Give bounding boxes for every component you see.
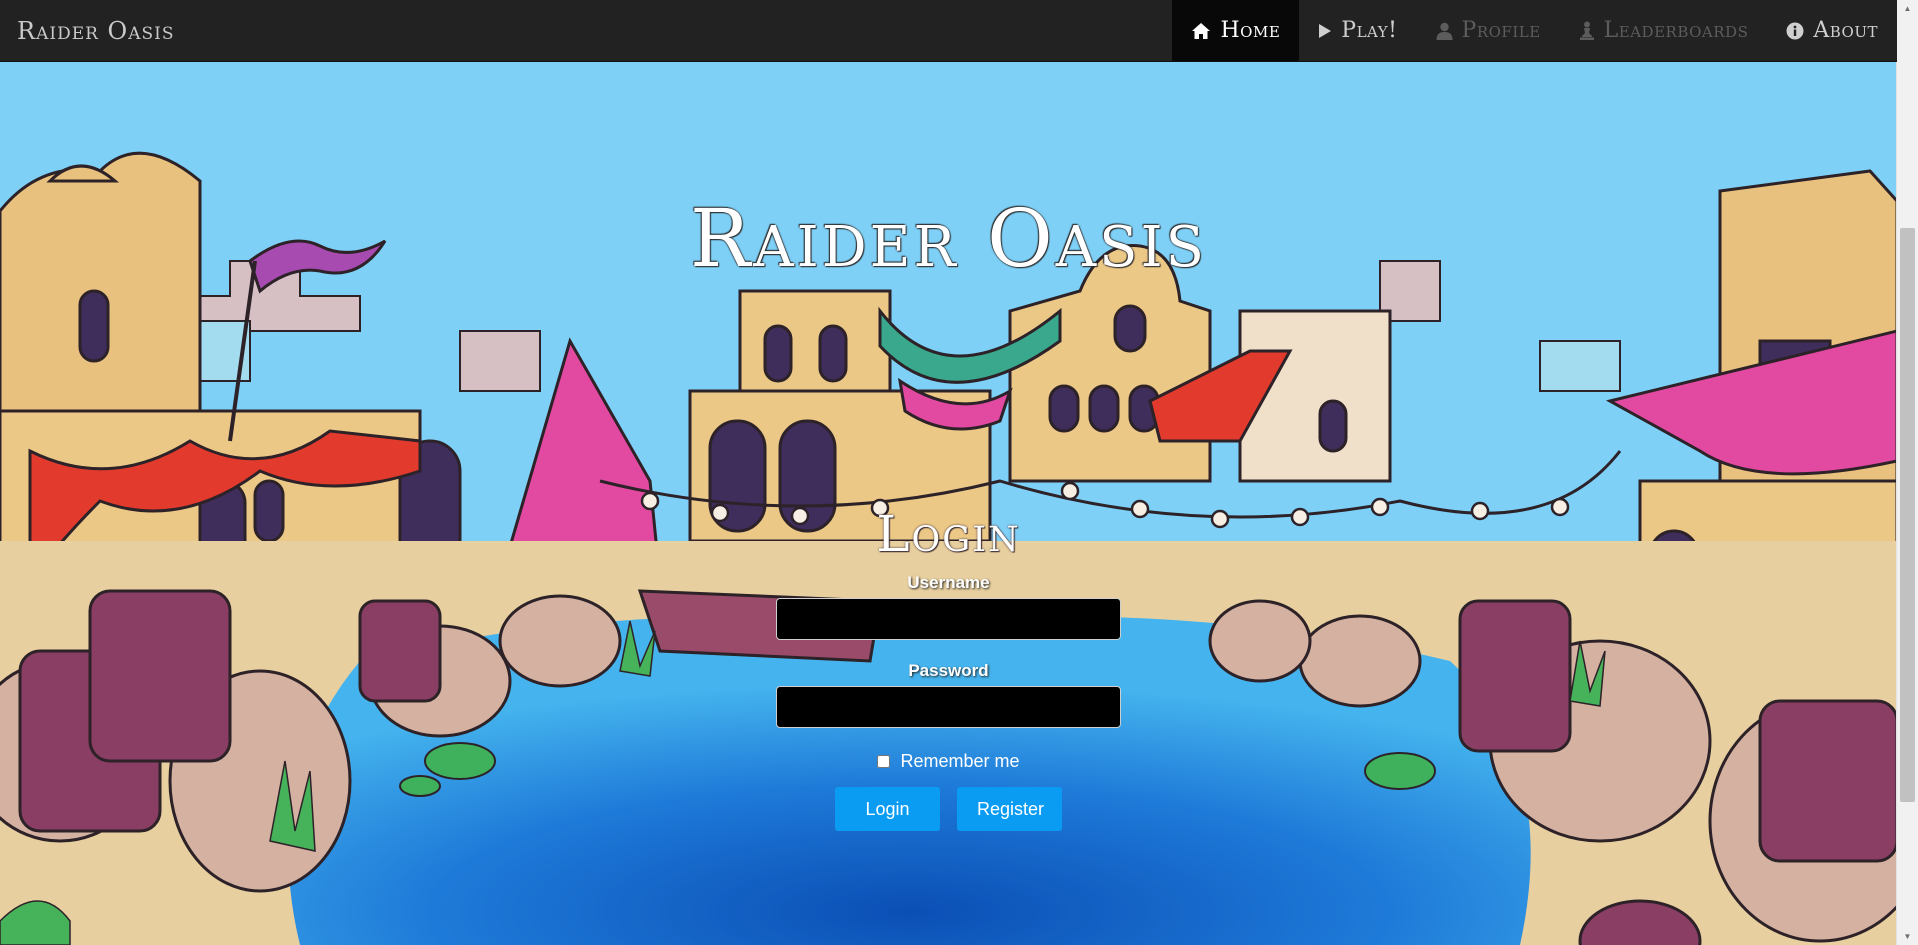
top-navbar: Raider Oasis Home Play! Profile Leaderbo… <box>0 0 1897 62</box>
nav-item-about-label: About <box>1813 18 1878 43</box>
remember-me-label: Remember me <box>900 750 1020 771</box>
nav-item-home[interactable]: Home <box>1172 0 1300 61</box>
brand-link[interactable]: Raider Oasis <box>0 0 175 61</box>
scroll-down-arrow-icon[interactable]: ▼ <box>1897 928 1918 945</box>
nav-item-leaderboards-label: Leaderboards <box>1603 18 1749 43</box>
login-button-row: Login Register <box>835 787 1062 831</box>
username-label: Username <box>907 573 990 592</box>
scrollbar-thumb[interactable] <box>1900 228 1915 802</box>
home-icon <box>1191 22 1211 40</box>
login-button[interactable]: Login <box>835 787 940 831</box>
hero-title: Raider Oasis <box>689 192 1208 285</box>
nav-item-leaderboards[interactable]: Leaderboards <box>1560 0 1768 61</box>
nav-menu: Home Play! Profile Leaderboards About <box>1172 0 1897 61</box>
user-icon <box>1436 22 1453 40</box>
scroll-up-arrow-icon[interactable]: ▲ <box>1897 0 1918 17</box>
remember-me-row[interactable]: Remember me <box>877 750 1020 772</box>
password-label: Password <box>908 661 989 680</box>
remember-me-checkbox[interactable] <box>877 754 891 768</box>
nav-item-home-label: Home <box>1220 18 1281 43</box>
play-icon <box>1318 23 1332 39</box>
nav-item-play-label: Play! <box>1341 18 1398 43</box>
register-button[interactable]: Register <box>957 787 1062 831</box>
nav-item-profile-label: Profile <box>1461 18 1541 43</box>
login-form: Login Username Password Remember me Logi… <box>0 506 1897 831</box>
password-field[interactable] <box>776 686 1121 728</box>
nav-item-profile[interactable]: Profile <box>1417 0 1560 61</box>
nav-item-about[interactable]: About <box>1767 0 1897 61</box>
nav-item-play[interactable]: Play! <box>1299 0 1416 61</box>
page-scrollbar[interactable]: ▲ ▼ <box>1896 0 1918 945</box>
info-icon <box>1786 22 1804 40</box>
login-heading: Login <box>876 505 1021 563</box>
pawn-icon <box>1579 21 1595 40</box>
username-field[interactable] <box>776 598 1121 640</box>
